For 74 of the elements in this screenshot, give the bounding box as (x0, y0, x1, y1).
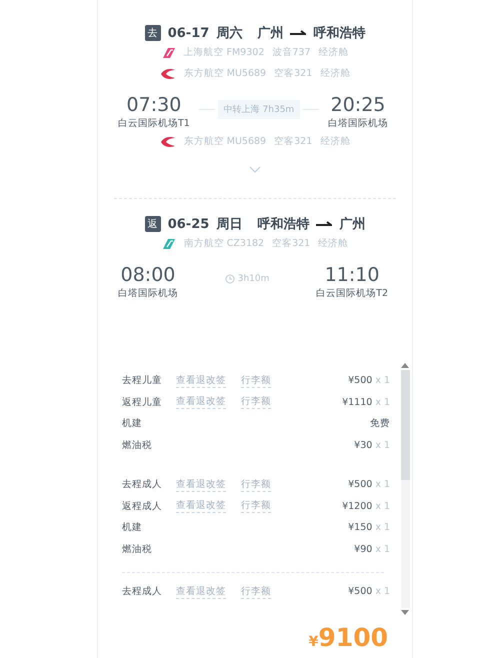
destination-city: 呼和浩特 (313, 24, 366, 42)
departure-airport: 白塔国际机场 (118, 287, 178, 301)
fare-quantity: x 1 (375, 544, 390, 555)
fare-link[interactable]: 查看退改签 (176, 478, 226, 492)
fare-price: ¥500 (348, 479, 372, 490)
fare-quantity: x 1 (375, 500, 390, 512)
fare-label: 燃油税 (122, 542, 153, 556)
flight-number: 东方航空 MU5689 (184, 67, 266, 80)
trip-weekday: 周六 (216, 24, 242, 42)
fare-quantity: x 1 (375, 522, 390, 534)
fare-quantity: x 1 (375, 396, 390, 408)
fare-quantity: x 1 (375, 440, 390, 451)
fare-link[interactable]: 查看退改签 (176, 374, 226, 388)
trip-date: 06-17 (168, 26, 210, 40)
fare-quantity: x 1 (375, 375, 390, 386)
fare-label: 机建 (122, 521, 143, 534)
fare-price: ¥500 (348, 375, 372, 386)
fare-price: ¥90 (354, 544, 372, 555)
trip-date: 06-25 (168, 216, 210, 232)
destination-city: 广州 (339, 216, 366, 233)
fare-price: ¥30 (354, 440, 372, 451)
fare-link[interactable]: 行李额 (241, 478, 271, 492)
arrival-time: 20:25 (330, 93, 386, 117)
cabin-class: 经济舱 (320, 135, 350, 148)
fare-link[interactable]: 行李额 (241, 395, 271, 410)
fare-label: 去程儿童 (122, 374, 163, 388)
departure-time: 07:30 (126, 93, 182, 117)
aircraft-type: 空客321 (274, 67, 312, 80)
aircraft-type: 空客321 (272, 237, 310, 250)
total-price: 9100 (318, 623, 388, 652)
fare-price: 免费 (370, 417, 390, 430)
origin-city: 广州 (257, 24, 284, 42)
aircraft-type: 波音737 (272, 46, 310, 59)
scroll-down-icon[interactable] (401, 610, 409, 615)
fare-label: 返程儿童 (122, 396, 163, 409)
origin-city: 呼和浩特 (257, 216, 310, 233)
fare-link[interactable]: 查看退改签 (176, 584, 226, 599)
flight-number: 东方航空 MU5689 (184, 135, 266, 148)
flight-duration: 3h10m (238, 274, 270, 284)
fare-link[interactable]: 行李额 (241, 584, 271, 599)
scroll-up-icon[interactable] (401, 363, 409, 368)
trip-badge: 去 (144, 25, 161, 41)
arrival-airport: 白云国际机场T2 (316, 287, 388, 301)
total-currency: ¥ (308, 634, 318, 650)
fare-price: ¥500 (348, 586, 372, 598)
fare-link[interactable]: 行李额 (241, 499, 271, 514)
scrollbar[interactable] (400, 363, 410, 615)
fare-link[interactable]: 查看退改签 (176, 395, 226, 410)
trip-weekday: 周日 (216, 216, 242, 233)
flight-number: 南方航空 CZ3182 (184, 237, 264, 250)
fare-price: ¥1110 (342, 396, 372, 408)
fare-label: 去程成人 (122, 478, 163, 492)
aircraft-type: 空客321 (274, 135, 312, 148)
fare-link[interactable]: 查看退改签 (176, 499, 226, 514)
flight-number: 上海航空 FM9302 (184, 46, 264, 59)
fare-label: 去程成人 (122, 585, 163, 598)
clock-icon (224, 274, 235, 284)
fare-label: 返程成人 (122, 500, 163, 513)
fare-price: ¥150 (348, 522, 372, 534)
departure-airport: 白云国际机场T1 (118, 117, 190, 131)
fare-quantity: x 1 (375, 586, 390, 598)
fare-link[interactable]: 行李额 (241, 374, 271, 388)
arrival-time: 11:10 (324, 263, 380, 287)
arrival-airport: 白塔国际机场 (328, 117, 388, 131)
departure-time: 08:00 (120, 263, 176, 287)
trip-badge: 返 (144, 216, 161, 232)
transfer-info: 中转上海 7h35m (218, 100, 300, 118)
cabin-class: 经济舱 (318, 237, 348, 250)
fare-label: 燃油税 (122, 438, 153, 452)
fare-label: 机建 (122, 417, 143, 430)
cabin-class: 经济舱 (318, 46, 348, 59)
fare-price: ¥1200 (342, 500, 372, 512)
fare-quantity: x 1 (375, 479, 390, 490)
cabin-class: 经济舱 (320, 67, 350, 80)
